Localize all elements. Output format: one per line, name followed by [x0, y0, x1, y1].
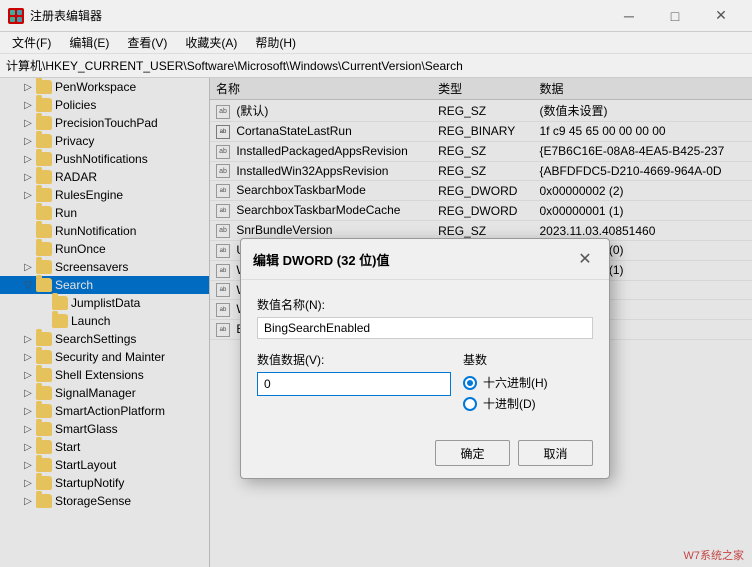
dialog-close-button[interactable]: ✕ [573, 247, 597, 271]
menu-bar: 文件(F) 编辑(E) 查看(V) 收藏夹(A) 帮助(H) [0, 32, 752, 54]
radio-hex-dot [463, 376, 477, 390]
main-content: ▷ PenWorkspace ▷ Policies ▷ PrecisionTou… [0, 78, 752, 567]
title-bar-controls: ─ □ ✕ [606, 0, 744, 32]
menu-help[interactable]: 帮助(H) [247, 32, 304, 53]
window-title: 注册表编辑器 [30, 7, 102, 24]
data-value-input[interactable] [257, 372, 451, 396]
cancel-button[interactable]: 取消 [518, 440, 593, 466]
radio-hex-item[interactable]: 十六进制(H) [463, 374, 593, 391]
name-label: 数值名称(N): [257, 296, 593, 313]
dialog-body: 数值名称(N): BingSearchEnabled 数值数据(V): 基数 十… [241, 280, 609, 432]
data-label: 数值数据(V): [257, 351, 451, 368]
edit-dword-dialog: 编辑 DWORD (32 位)值 ✕ 数值名称(N): BingSearchEn… [240, 238, 610, 479]
dialog-title-bar: 编辑 DWORD (32 位)值 ✕ [241, 239, 609, 280]
address-bar: 计算机\HKEY_CURRENT_USER\Software\Microsoft… [0, 54, 752, 78]
minimize-button[interactable]: ─ [606, 0, 652, 32]
radio-hex-label: 十六进制(H) [483, 374, 548, 391]
menu-view[interactable]: 查看(V) [119, 32, 175, 53]
address-path: 计算机\HKEY_CURRENT_USER\Software\Microsoft… [6, 57, 463, 74]
close-button[interactable]: ✕ [698, 0, 744, 32]
menu-file[interactable]: 文件(F) [4, 32, 59, 53]
radio-dec-item[interactable]: 十进制(D) [463, 395, 593, 412]
maximize-button[interactable]: □ [652, 0, 698, 32]
base-section: 基数 十六进制(H) 十进制(D) [463, 351, 593, 416]
dialog-buttons: 确定 取消 [241, 432, 609, 478]
app-icon [8, 8, 24, 24]
menu-edit[interactable]: 编辑(E) [61, 32, 117, 53]
title-bar: 注册表编辑器 ─ □ ✕ [0, 0, 752, 32]
name-value-display: BingSearchEnabled [257, 317, 593, 339]
dialog-main-row: 数值数据(V): 基数 十六进制(H) 十进制(D) [257, 351, 593, 416]
dialog-overlay: 编辑 DWORD (32 位)值 ✕ 数值名称(N): BingSearchEn… [0, 78, 752, 567]
radio-dec-dot [463, 397, 477, 411]
radio-dec-label: 十进制(D) [483, 395, 536, 412]
title-bar-left: 注册表编辑器 [8, 7, 102, 24]
base-title: 基数 [463, 351, 593, 368]
data-section: 数值数据(V): [257, 351, 451, 416]
menu-favorites[interactable]: 收藏夹(A) [177, 32, 245, 53]
dialog-title: 编辑 DWORD (32 位)值 [253, 250, 390, 269]
ok-button[interactable]: 确定 [435, 440, 510, 466]
